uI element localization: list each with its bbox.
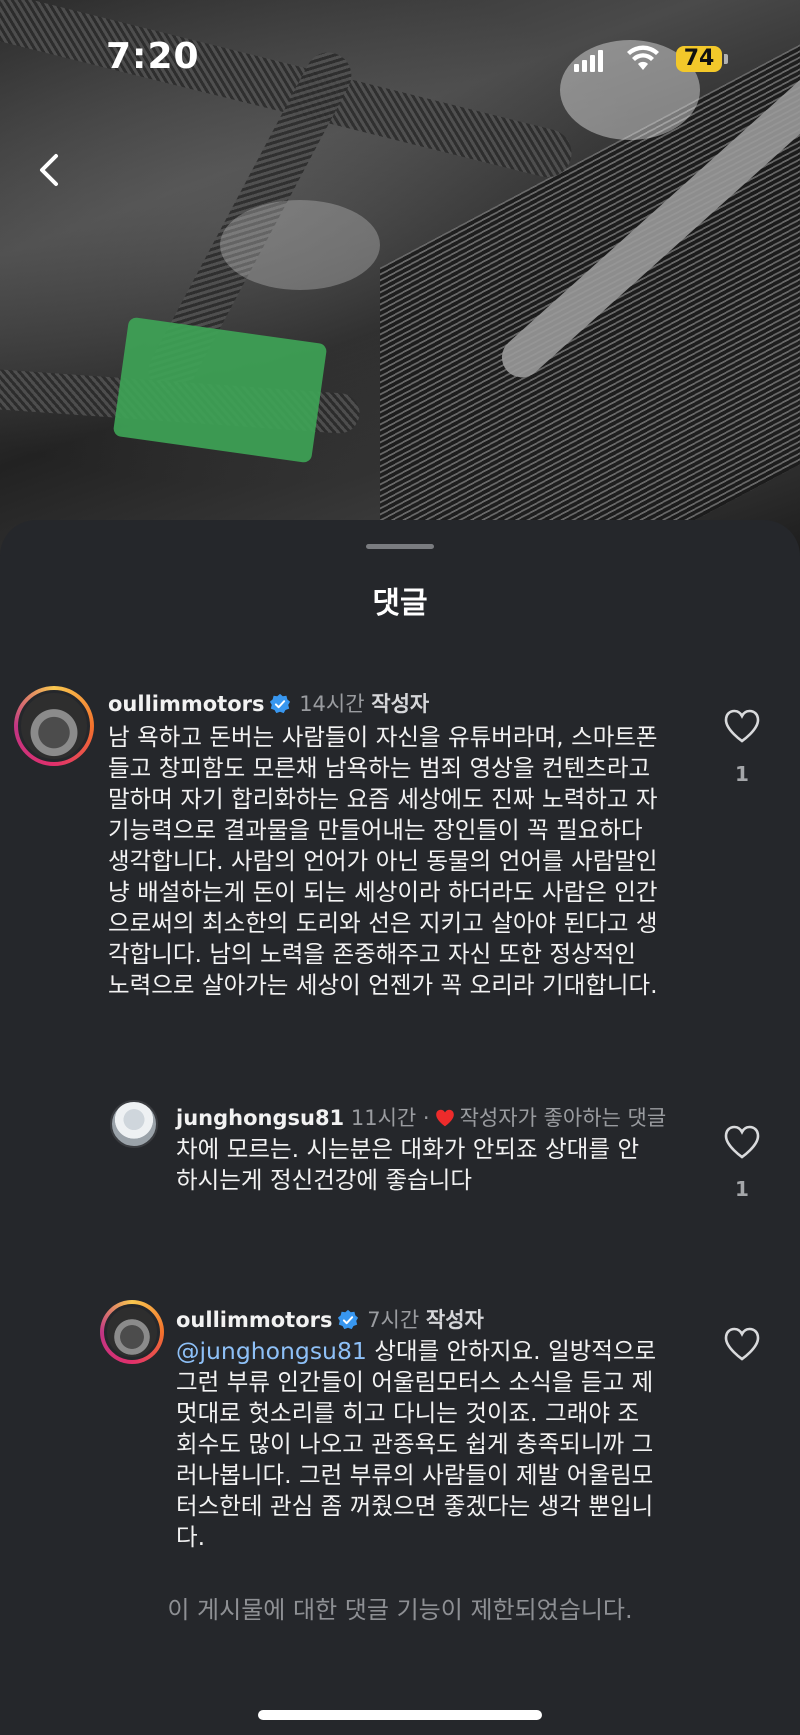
comment-time: 14시간 bbox=[299, 692, 365, 716]
comment-username[interactable]: junghongsu81 bbox=[176, 1106, 344, 1130]
wifi-icon bbox=[627, 45, 659, 70]
heart-icon[interactable] bbox=[722, 708, 762, 744]
avatar[interactable] bbox=[110, 1100, 158, 1148]
avatar[interactable] bbox=[14, 686, 94, 766]
author-label: 작성자 bbox=[371, 692, 430, 716]
avatar[interactable] bbox=[100, 1300, 164, 1364]
comment-username[interactable]: oullimmotors bbox=[176, 1308, 333, 1332]
verified-badge-icon bbox=[269, 693, 290, 714]
battery-icon: 74 bbox=[676, 46, 722, 72]
sheet-grabber[interactable] bbox=[366, 544, 434, 549]
heart-icon[interactable] bbox=[722, 1124, 762, 1160]
like-count: 1 bbox=[735, 762, 749, 786]
comment-time: 7시간 bbox=[367, 1308, 420, 1332]
home-indicator bbox=[258, 1710, 542, 1720]
status-time: 7:20 bbox=[106, 36, 200, 77]
heart-icon bbox=[435, 1109, 454, 1127]
like-count: 1 bbox=[735, 1177, 749, 1201]
comment-text: @junghongsu81 상대를 안하지요. 일방적으로 그런 부류 인간들이… bbox=[176, 1336, 696, 1553]
back-chevron-icon[interactable] bbox=[30, 148, 70, 192]
signal-icon bbox=[574, 50, 604, 72]
verified-badge-icon bbox=[337, 1309, 358, 1330]
comment-text-content: 상대를 안하지요. 일방적으로 그런 부류 인간들이 어울림모터스 소식을 듣고… bbox=[176, 1337, 657, 1551]
mention-link[interactable]: @junghongsu81 bbox=[176, 1337, 367, 1365]
comment-meta: oullimmotors 7시간 작성자 bbox=[176, 1304, 484, 1334]
comment-time: 11시간 bbox=[350, 1106, 417, 1130]
heart-icon[interactable] bbox=[722, 1326, 762, 1362]
comment-meta: oullimmotors 14시간 작성자 bbox=[108, 688, 429, 718]
comment-meta: junghongsu81 11시간 · 작성자가 좋아하는 댓글 bbox=[176, 1102, 666, 1132]
comment-text: 남 욕하고 돈버는 사람들이 자신을 유튜버라며, 스마트폰 들고 창피함도 모… bbox=[108, 723, 658, 999]
sheet-title: 댓글 bbox=[372, 586, 428, 621]
comments-disabled-note: 이 게시물에 대한 댓글 기능이 제한되었습니다. bbox=[167, 1596, 633, 1624]
author-label: 작성자 bbox=[425, 1308, 484, 1332]
status-bar: 7:20 74 bbox=[0, 0, 800, 120]
comments-sheet: 댓글 oullimmotors 14시간 작성자 남 욕하고 돈버는 사람들이 … bbox=[0, 520, 800, 1735]
comment-username[interactable]: oullimmotors bbox=[108, 692, 265, 716]
meta-separator: · bbox=[422, 1106, 430, 1130]
liked-by-author-label: 작성자가 좋아하는 댓글 bbox=[459, 1106, 667, 1130]
comment-text: 차에 모르는. 시는분은 대화가 안되죠 상대를 안 하시는게 정신건강에 좋습… bbox=[176, 1135, 640, 1194]
